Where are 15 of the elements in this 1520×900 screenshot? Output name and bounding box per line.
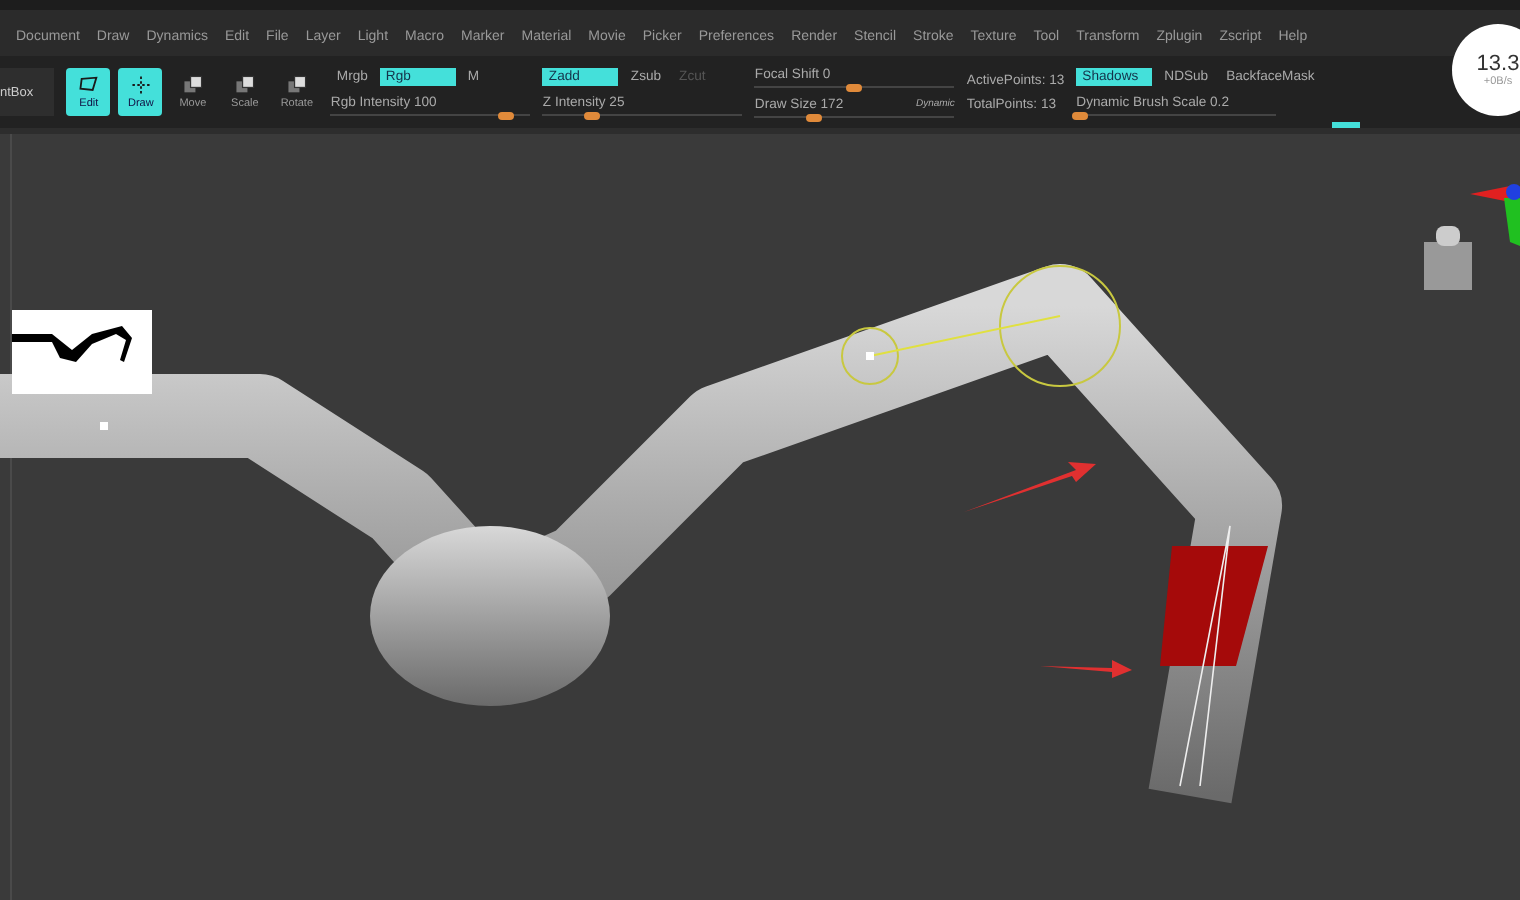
slider-thumb[interactable] bbox=[1072, 112, 1089, 120]
tool-icon bbox=[233, 74, 256, 96]
speed-value: 13.3 bbox=[1476, 52, 1520, 76]
slider-thumb[interactable] bbox=[498, 112, 515, 120]
tool-icon bbox=[285, 74, 308, 96]
tool-icon bbox=[77, 74, 100, 96]
tool-icon bbox=[129, 74, 152, 96]
axis-gizmo-icon bbox=[1424, 184, 1520, 290]
indicator-bar bbox=[1332, 122, 1360, 130]
pointer-arrow bbox=[1040, 660, 1132, 678]
slider-thumb[interactable] bbox=[584, 112, 601, 120]
slider-thumb[interactable] bbox=[846, 83, 863, 91]
pointer-arrow bbox=[964, 462, 1096, 512]
slider-thumb[interactable] bbox=[806, 113, 823, 121]
tool-icon bbox=[181, 74, 204, 96]
